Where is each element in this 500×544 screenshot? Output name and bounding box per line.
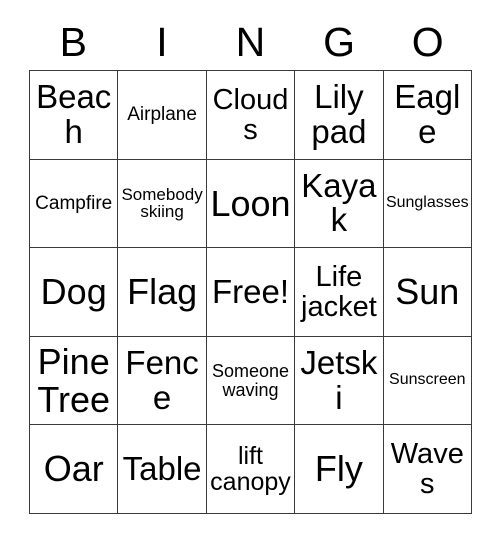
bingo-cell-i1[interactable]: Airplane [118, 71, 207, 160]
bingo-cell-i4[interactable]: Fence [118, 336, 207, 426]
bingo-cell-i2[interactable]: Somebody skiing [118, 159, 207, 249]
bingo-cell-o4[interactable]: Sunscreen [383, 336, 472, 426]
bingo-cell-label: Free! [211, 272, 289, 310]
bingo-cell-label: Life jacket [301, 260, 377, 323]
bingo-cell-g1[interactable]: Lily pad [295, 71, 384, 160]
bingo-cell-b1[interactable]: Beach [30, 71, 119, 160]
bingo-cell-b2[interactable]: Campfire [30, 159, 119, 249]
bingo-cell-label: Lily pad [311, 78, 367, 150]
bingo-cell-label: Someone waving [211, 360, 290, 400]
bingo-cell-b4[interactable]: Pine Tree [30, 336, 119, 426]
bingo-cell-label: Sunglasses [385, 194, 469, 212]
bingo-cell-b3[interactable]: Dog [30, 248, 119, 337]
bingo-cell-label: Airplane [127, 103, 197, 125]
bingo-cell-label: Sun [395, 271, 460, 313]
bingo-cell-g4[interactable]: Jetski [295, 336, 384, 426]
bingo-header-letter-g: G [323, 18, 356, 65]
bingo-cell-g2[interactable]: Kayak [295, 159, 384, 249]
bingo-cell-label: Dog [40, 271, 107, 313]
bingo-cell-o3[interactable]: Sun [383, 248, 472, 337]
bingo-cell-n1[interactable]: Clouds [206, 71, 296, 160]
bingo-cell-label: Campfire [35, 192, 113, 214]
bingo-cell-label: Table [122, 450, 202, 488]
bingo-cell-label: Flag [127, 271, 198, 313]
bingo-header-letter-i: I [156, 18, 168, 65]
bingo-cell-i5[interactable]: Table [118, 425, 207, 514]
bingo-cell-g5[interactable]: Fly [295, 425, 384, 514]
bingo-cell-label: Fence [125, 344, 199, 416]
bingo-cell-label: Eagle [394, 78, 461, 150]
bingo-cell-i3[interactable]: Flag [118, 248, 207, 337]
bingo-cell-b5[interactable]: Oar [30, 425, 119, 514]
bingo-cell-label: Clouds [212, 83, 289, 146]
bingo-cell-label: Loon [210, 182, 291, 224]
bingo-cell-label: Fly [314, 448, 363, 490]
bingo-cell-n2[interactable]: Loon [206, 159, 296, 249]
bingo-grid: Beach Airplane Clouds Lily pad Eagle Cam… [29, 70, 472, 514]
bingo-cell-n5[interactable]: lift canopy [206, 425, 296, 514]
bingo-header-row: B I N G O [29, 14, 472, 70]
bingo-cell-label: Somebody skiing [121, 184, 203, 222]
bingo-cell-label: Jetski [300, 344, 378, 416]
bingo-cell-label: Beach [36, 78, 112, 150]
bingo-cell-o1[interactable]: Eagle [383, 71, 472, 160]
bingo-header-letter-b: B [59, 18, 87, 65]
bingo-cell-label: Oar [43, 448, 104, 490]
bingo-cell-label: Pine Tree [37, 341, 111, 420]
bingo-cell-o5[interactable]: Waves [383, 425, 472, 514]
bingo-cell-free-space[interactable]: Free! [206, 248, 296, 337]
bingo-cell-label: Kayak [301, 167, 377, 239]
bingo-cell-o2[interactable]: Sunglasses [383, 159, 472, 249]
bingo-header-letter-o: O [411, 18, 444, 65]
bingo-cell-label: Waves [390, 438, 464, 501]
bingo-cell-g3[interactable]: Life jacket [295, 248, 384, 337]
bingo-card: B I N G O Beach Airplane Clouds Lily pad… [0, 0, 500, 544]
bingo-cell-label: lift canopy [210, 442, 291, 497]
bingo-header-letter-n: N [235, 18, 266, 65]
bingo-cell-label: Sunscreen [389, 371, 466, 389]
bingo-cell-n4[interactable]: Someone waving [206, 336, 296, 426]
